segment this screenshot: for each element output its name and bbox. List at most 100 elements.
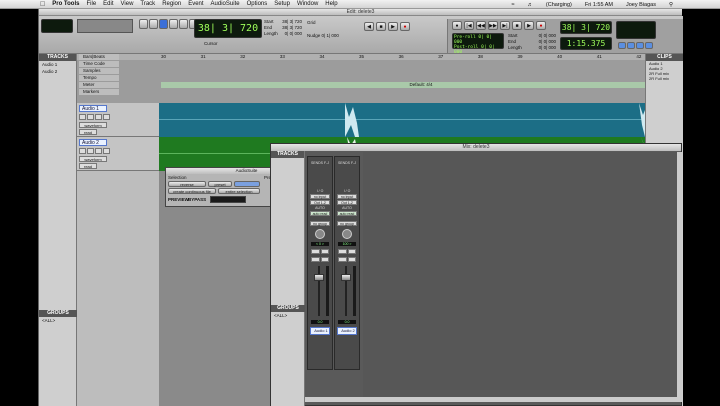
strip-track-name[interactable]: Audio 2 <box>337 327 357 335</box>
record-transport-button[interactable]: ● <box>536 21 546 30</box>
volume-value[interactable]: 0.0 <box>338 320 356 324</box>
play-transport-button[interactable]: ▶ <box>524 21 534 30</box>
track-name[interactable]: Audio 1 <box>79 105 107 112</box>
automation-mode[interactable]: read <box>79 163 97 169</box>
ruler-markers[interactable]: Markers <box>77 89 683 95</box>
tracks-list-item[interactable]: Audio 1 <box>39 61 76 68</box>
output-selector[interactable]: Out 1-2 <box>337 200 357 205</box>
menu-edit[interactable]: Edit <box>103 1 113 7</box>
menu-audiosuite[interactable]: AudioSuite <box>211 1 240 7</box>
input-selector[interactable]: no input <box>310 194 330 199</box>
solo-button[interactable] <box>95 114 102 120</box>
compare-button[interactable] <box>234 181 260 187</box>
output-selector[interactable]: Out 1-2 <box>310 200 330 205</box>
track-playlist-audio-1[interactable] <box>159 103 683 137</box>
transport-sub-counter[interactable]: 1:15.375 <box>560 37 612 50</box>
selector-tool-icon[interactable] <box>159 19 168 29</box>
menu-setup[interactable]: Setup <box>274 1 290 7</box>
tracks-list-item[interactable]: Audio 2 <box>39 68 76 75</box>
wifi-icon[interactable]: ≈ <box>511 2 514 8</box>
meter-default[interactable]: Default: 4/4 <box>161 82 681 88</box>
nudge-value[interactable]: 0| 1| 000 <box>322 33 339 38</box>
reverse-button[interactable]: reverse <box>168 181 206 187</box>
record-arm-button[interactable] <box>311 249 320 254</box>
automation-mode[interactable]: read <box>79 129 97 135</box>
pan-value[interactable]: 100 > <box>338 242 356 246</box>
group-selector[interactable]: no group <box>337 221 357 226</box>
midi-controls[interactable] <box>616 21 656 39</box>
volume-fader[interactable] <box>314 274 324 281</box>
pan-knob[interactable] <box>342 229 352 239</box>
mix-vertical-scrollbar[interactable] <box>677 152 682 402</box>
volume-icon[interactable]: ♬ <box>527 2 533 8</box>
ruler-samples[interactable]: Samples <box>77 68 683 74</box>
view-button-1[interactable] <box>618 42 626 49</box>
input-monitor-button[interactable] <box>347 249 356 254</box>
preset-button[interactable]: preset <box>208 181 232 187</box>
scrubber-tool-icon[interactable] <box>179 19 188 29</box>
menu-region[interactable]: Region <box>162 1 181 7</box>
menu-help[interactable]: Help <box>325 1 337 7</box>
record-arm-button[interactable] <box>338 249 347 254</box>
menu-track[interactable]: Track <box>140 1 155 7</box>
online-button[interactable]: ● <box>452 21 462 30</box>
bypass-button[interactable]: BYPASS <box>188 197 206 202</box>
solo-button[interactable] <box>338 257 347 262</box>
ruler-bars-beats[interactable]: Bars|Beats 30 31 32 33 34 35 36 37 38 39… <box>77 54 683 60</box>
return-to-zero-button[interactable]: |◀ <box>464 21 474 30</box>
preview-button[interactable]: PREVIEW <box>168 197 189 202</box>
mixer-empty-area[interactable] <box>363 152 677 402</box>
groups-list-item[interactable]: <ALL> <box>39 317 77 324</box>
menu-file[interactable]: File <box>86 1 96 7</box>
nudge-field[interactable]: Nudge 0| 1| 000 <box>307 33 359 41</box>
play-button[interactable]: ▶ <box>388 22 398 31</box>
solo-button[interactable] <box>311 257 320 262</box>
end-transport-button[interactable]: ▶| <box>500 21 510 30</box>
pan-knob[interactable] <box>315 229 325 239</box>
menu-options[interactable]: Options <box>247 1 268 7</box>
automation-selector[interactable]: auto read <box>310 211 330 216</box>
trim-tool-icon[interactable] <box>149 19 158 29</box>
clock[interactable]: Fri 1:55 AM <box>585 2 613 8</box>
battery-status[interactable]: (Charging) <box>546 2 572 8</box>
mode-select[interactable]: entire selection <box>218 188 260 194</box>
automation-selector[interactable]: auto read <box>337 211 357 216</box>
track-view-selector[interactable]: waveform <box>79 156 107 162</box>
track-view-selector[interactable]: waveform <box>79 122 107 128</box>
view-button-3[interactable] <box>636 42 644 49</box>
search-icon[interactable]: ⚲ <box>669 2 673 8</box>
create-file-button[interactable]: create continuous file <box>168 188 216 194</box>
stop-transport-button[interactable]: ■ <box>512 21 522 30</box>
record-button[interactable]: ● <box>400 22 410 31</box>
group-selector[interactable]: no group <box>310 221 330 226</box>
track-name[interactable]: Audio 2 <box>79 139 107 146</box>
mute-button[interactable] <box>347 257 356 262</box>
strip-track-name[interactable]: Audio 1 <box>310 327 330 335</box>
mix-horizontal-scrollbar[interactable] <box>305 397 677 402</box>
pan-value[interactable]: < 0 > <box>311 242 329 246</box>
edit-mode-display[interactable] <box>41 19 73 33</box>
menu-window[interactable]: Window <box>297 1 318 7</box>
view-button-2[interactable] <box>627 42 635 49</box>
clip-item[interactable]: 2R Full mix <box>646 76 683 81</box>
zoom-tool-icon[interactable] <box>139 19 148 29</box>
record-arm-button[interactable] <box>79 148 86 154</box>
menu-app[interactable]: Pro Tools <box>52 1 79 7</box>
input-monitor-button[interactable] <box>320 249 329 254</box>
menu-view[interactable]: View <box>121 1 134 7</box>
grabber-tool-icon[interactable] <box>169 19 178 29</box>
mix-group-all[interactable]: <ALL> <box>271 312 305 319</box>
mute-button[interactable] <box>103 114 110 120</box>
ff-transport-button[interactable]: ▶▶ <box>488 21 498 30</box>
volume-fader[interactable] <box>341 274 351 281</box>
zoom-controls[interactable] <box>77 19 133 33</box>
user-name[interactable]: Joey Biagas <box>626 2 656 8</box>
ruler-timecode[interactable]: Time Code <box>77 61 683 67</box>
length-value[interactable]: 0| 0| 000 <box>285 31 302 37</box>
stop-button[interactable]: ■ <box>376 22 386 31</box>
transport-main-counter[interactable]: 38| 3| 720 <box>560 21 612 34</box>
solo-button[interactable] <box>95 148 102 154</box>
rewind-transport-button[interactable]: ◀◀ <box>476 21 486 30</box>
transport-length-value[interactable]: 0| 0| 000 <box>539 45 556 51</box>
mute-button[interactable] <box>103 148 110 154</box>
